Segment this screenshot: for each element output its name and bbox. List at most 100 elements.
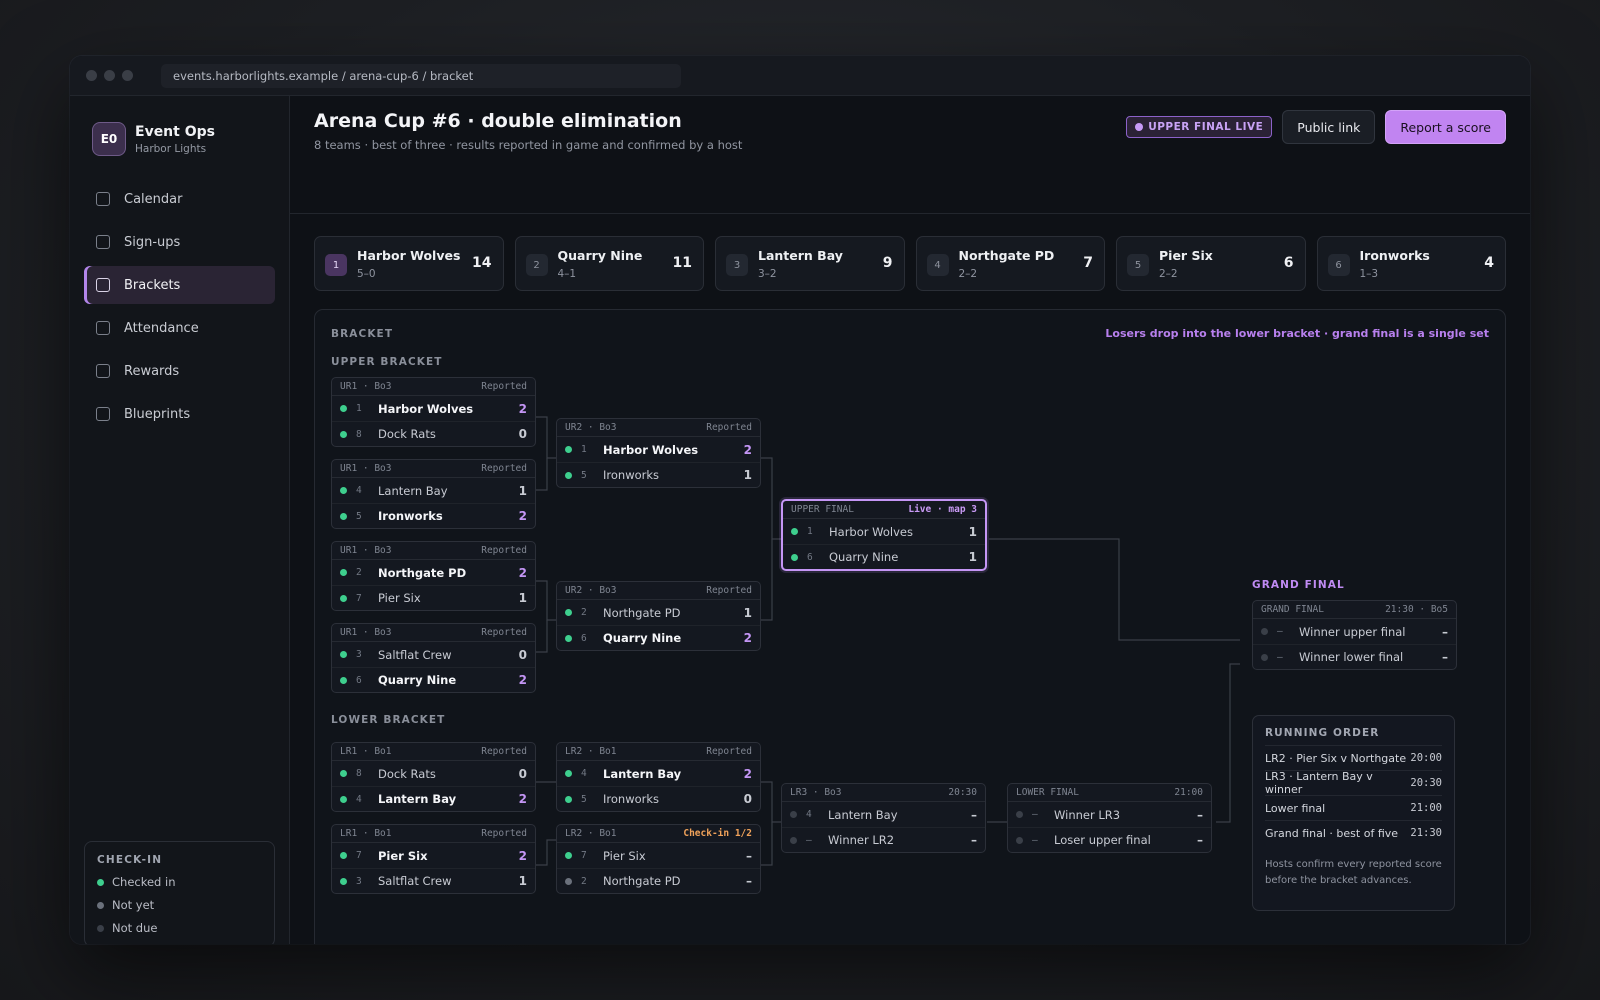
match-team-row[interactable]: 2 Northgate PD – [557, 868, 760, 893]
standing-card[interactable]: 3 Lantern Bay 3–2 9 [715, 236, 905, 291]
match-round: UR1 · Bo3 [340, 627, 392, 638]
match-team-row[interactable]: 1 Harbor Wolves 2 [557, 437, 760, 462]
match-card-lr1a[interactable]: LR1 · Bo1 Reported 8 Dock Rats 0 4 Lantern Bay… [331, 742, 536, 812]
sidebar-item-brackets[interactable]: Brackets [84, 266, 275, 304]
match-card-ur1d[interactable]: UR1 · Bo3 Reported 3 Saltflat Crew 0 6 Quarry … [331, 623, 536, 693]
order-label: LR3 · Lantern Bay v winner [1265, 770, 1373, 796]
match-card-ur1a[interactable]: UR1 · Bo3 Reported 1 Harbor Wolves 2 8 Dock Ra… [331, 377, 536, 447]
match-card-ur1b[interactable]: UR1 · Bo3 Reported 4 Lantern Bay 1 5 Ironworks… [331, 459, 536, 529]
match-card-ur1c[interactable]: UR1 · Bo3 Reported 2 Northgate PD 2 7 Pier Six… [331, 541, 536, 611]
standing-card[interactable]: 5 Pier Six 2–2 6 [1116, 236, 1306, 291]
standing-card[interactable]: 6 Ironworks 1–3 4 [1316, 236, 1506, 291]
grand-final-label: GRAND FINAL [1252, 579, 1345, 591]
checkin-title: CHECK-IN [97, 854, 163, 866]
standing-card[interactable]: 2 Quarry Nine 4–1 11 [514, 236, 704, 291]
match-card-ur2a[interactable]: UR2 · Bo3 Reported 1 Harbor Wolves 2 5 Ironwor… [556, 418, 761, 488]
standing-card[interactable]: 1 Harbor Wolves 5–0 14 [314, 236, 504, 291]
seed-badge: 6 [1327, 254, 1350, 276]
team-name: Saltflat Crew [378, 874, 452, 888]
match-team-row[interactable]: 2 Northgate PD 1 [557, 600, 760, 625]
match-team-row[interactable]: – Winner lower final – [1253, 644, 1456, 669]
match-team-row[interactable]: 5 Ironworks 2 [332, 503, 535, 528]
match-header: LR2 · Bo1 Check-in 1/2 [557, 825, 760, 843]
address-bar[interactable]: events.harborlights.example / arena-cup-… [161, 64, 681, 88]
match-team-row[interactable]: 3 Saltflat Crew 1 [332, 868, 535, 893]
match-team-row[interactable]: 4 Lantern Bay 2 [557, 761, 760, 786]
match-card-ur2b[interactable]: UR2 · Bo3 Reported 2 Northgate PD 1 6 Quarry N… [556, 581, 761, 651]
sidebar-item-calendar[interactable]: Calendar [84, 180, 275, 218]
legend-label: Not due [112, 921, 158, 935]
team-name: Ironworks [603, 468, 660, 482]
match-team-row[interactable]: 6 Quarry Nine 1 [783, 544, 985, 569]
running-order-row[interactable]: LR2 · Pier Six v Northgate 20:00 [1265, 745, 1442, 770]
public-link-button[interactable]: Public link [1282, 110, 1376, 144]
report-score-button[interactable]: Report a score [1385, 110, 1506, 144]
match-team-row[interactable]: 5 Ironworks 1 [557, 462, 760, 487]
match-team-row[interactable]: 7 Pier Six – [557, 843, 760, 868]
match-team-row[interactable]: 7 Pier Six 2 [332, 843, 535, 868]
match-team-row[interactable]: 5 Ironworks 0 [557, 786, 760, 811]
running-order-row[interactable]: LR3 · Lantern Bay v winner 20:30 [1265, 770, 1442, 796]
team-points: 4 [1484, 255, 1494, 271]
connector-line [761, 781, 782, 823]
standing-card[interactable]: 4 Northgate PD 2–2 7 [915, 236, 1105, 291]
match-card-lr2b[interactable]: LR2 · Bo1 Check-in 1/2 7 Pier Six – 2 Northgat… [556, 824, 761, 894]
bracket-title: BRACKET [331, 328, 394, 340]
sidebar-item-rewards[interactable]: Rewards [84, 352, 275, 390]
team-points: 9 [882, 255, 893, 271]
match-team-row[interactable]: 2 Northgate PD 2 [332, 560, 535, 585]
team-score: – [1197, 807, 1203, 822]
match-status: Reported [706, 746, 752, 757]
checkin-dot-icon [340, 430, 347, 438]
bracket-panel: BRACKET Losers drop into the lower brack… [314, 309, 1506, 944]
match-team-row[interactable]: 6 Quarry Nine 2 [332, 667, 535, 692]
match-team-row[interactable]: – Winner upper final – [1253, 619, 1456, 644]
match-card-uf[interactable]: UPPER FINAL Live · map 3 1 Harbor Wolves 1 6 Q… [781, 499, 987, 571]
checkin-dot-icon [565, 770, 572, 777]
match-card-gf[interactable]: GRAND FINAL 21:30 · Bo5 – Winner upper fina… [1252, 600, 1457, 670]
team-score: – [971, 807, 977, 822]
match-card-lr1b[interactable]: LR1 · Bo1 Reported 7 Pier Six 2 3 Saltflat Cre… [331, 824, 536, 894]
match-team-row[interactable]: – Winner LR3 – [1008, 802, 1211, 827]
sidebar-item-attendance[interactable]: Attendance [84, 309, 275, 347]
team-name: Pier Six [603, 848, 646, 863]
window-maximize-dot[interactable] [122, 70, 133, 81]
match-team-row[interactable]: 4 Lantern Bay – [782, 802, 985, 827]
match-team-row[interactable]: 1 Harbor Wolves 2 [332, 396, 535, 421]
lower-bracket-label: LOWER BRACKET [331, 714, 446, 726]
running-order-row[interactable]: Grand final · best of five 21:30 [1265, 820, 1442, 845]
blueprints-icon [96, 407, 110, 421]
sign-ups-icon [96, 235, 110, 249]
match-team-row[interactable]: 3 Saltflat Crew 0 [332, 642, 535, 667]
match-status: Reported [481, 627, 527, 638]
connector-line [989, 538, 1240, 641]
match-round: LR3 · Bo3 [790, 787, 842, 798]
sidebar-item-sign-ups[interactable]: Sign-ups [84, 223, 275, 261]
running-order-row[interactable]: Lower final 21:00 [1265, 795, 1442, 820]
match-card-lf[interactable]: LOWER FINAL 21:00 – Winner LR3 – – Loser upper… [1007, 783, 1212, 853]
match-card-lr2a[interactable]: LR2 · Bo1 Reported 4 Lantern Bay 2 5 Ironworks… [556, 742, 761, 812]
checkin-dot-icon [340, 569, 347, 576]
checkin-dot-icon [1261, 653, 1268, 661]
team-score: 0 [518, 427, 527, 441]
window-minimize-dot[interactable] [104, 70, 115, 81]
match-team-row[interactable]: 8 Dock Rats 0 [332, 421, 535, 446]
match-team-row[interactable]: 8 Dock Rats 0 [332, 761, 535, 786]
match-team-row[interactable]: 4 Lantern Bay 2 [332, 786, 535, 811]
match-card-lr3[interactable]: LR3 · Bo3 20:30 4 Lantern Bay – – Winner LR2 – [781, 783, 986, 853]
match-team-row[interactable]: 7 Pier Six 1 [332, 585, 535, 610]
match-round: LR1 · Bo1 [340, 746, 392, 757]
match-status: 21:30 · Bo5 [1385, 604, 1448, 615]
match-team-row[interactable]: 1 Harbor Wolves 1 [783, 519, 985, 544]
checkin-dot-icon [340, 770, 347, 777]
match-team-row[interactable]: 4 Lantern Bay 1 [332, 478, 535, 503]
window-close-dot[interactable] [86, 70, 97, 81]
match-team-row[interactable]: – Loser upper final – [1008, 827, 1211, 852]
sidebar-item-label: Attendance [124, 320, 199, 336]
connector-line [536, 839, 556, 866]
team-seed: 6 [581, 632, 587, 644]
match-team-row[interactable]: 6 Quarry Nine 2 [557, 625, 760, 650]
checkin-dot-icon [1016, 836, 1023, 844]
sidebar-item-blueprints[interactable]: Blueprints [84, 395, 275, 433]
match-team-row[interactable]: – Winner LR2 – [782, 827, 985, 852]
